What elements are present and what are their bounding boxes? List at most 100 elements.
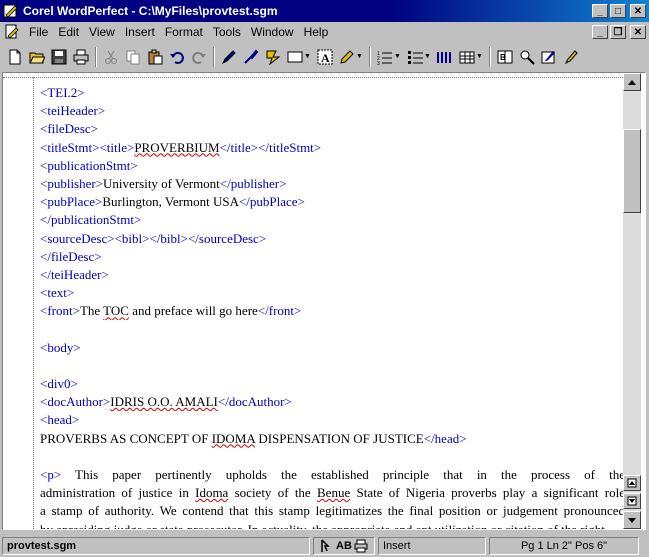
spellcheck-icon[interactable]: B	[494, 46, 516, 68]
document-line[interactable]: <publisher>University of Vermont</publis…	[40, 175, 623, 193]
document-line[interactable]: <TEI.2>	[40, 84, 623, 102]
paste-icon[interactable]	[144, 46, 166, 68]
printer-status-icon	[354, 539, 368, 552]
document-text-run: a stamp of authority. We contend that th…	[40, 503, 623, 519]
abbrev-indicator: AB	[336, 539, 352, 552]
save-icon[interactable]	[48, 46, 70, 68]
highlight-pen-icon[interactable]	[218, 46, 240, 68]
up-arrow-icon	[628, 79, 636, 85]
markup-tag: </title></titleStmt>	[219, 139, 322, 155]
minimize-button[interactable]: _	[592, 4, 608, 18]
menu-edit[interactable]: Edit	[53, 25, 84, 39]
menu-window[interactable]: Window	[246, 25, 299, 39]
maximize-button[interactable]: □	[610, 4, 626, 18]
document-line[interactable]: <publicationStmt>	[40, 157, 623, 175]
document-line[interactable]	[40, 320, 623, 338]
document-text-run: PROVERBS AS CONCEPT OF	[40, 430, 212, 446]
scroll-up-button[interactable]	[623, 73, 641, 91]
doc-close-button[interactable]: ✕	[630, 25, 646, 39]
menu-tools[interactable]: Tools	[208, 25, 246, 39]
document-text[interactable]: <TEI.2> <teiHeader> <fileDesc> <titleStmt><…	[40, 84, 623, 529]
previous-page-button[interactable]	[623, 475, 641, 491]
quickformat-icon[interactable]	[240, 46, 262, 68]
zoom-icon[interactable]	[516, 46, 538, 68]
status-indicators[interactable]: AB	[313, 536, 375, 555]
menu-format[interactable]: Format	[160, 25, 208, 39]
cut-icon[interactable]	[100, 46, 122, 68]
menu-file[interactable]: File	[24, 25, 53, 39]
border-box-icon[interactable]: ▼	[284, 46, 314, 68]
document-line[interactable]: <fileDesc>	[40, 120, 623, 138]
document-line[interactable]: <body>	[40, 339, 623, 357]
document-line[interactable]: PROVERBS AS CONCEPT OF IDOMA DISPENSATIO…	[40, 430, 623, 448]
redo-icon[interactable]	[188, 46, 210, 68]
close-button[interactable]: ✕	[630, 4, 646, 18]
document-line[interactable]: administration of justice in Idoma socie…	[40, 484, 623, 502]
scroll-down-button[interactable]	[623, 511, 641, 529]
menu-insert[interactable]: Insert	[120, 25, 160, 39]
document-line[interactable]: <head>	[40, 411, 623, 429]
menu-bar: File Edit View Insert Format Tools Windo…	[0, 22, 649, 42]
document-line[interactable]: <teiHeader>	[40, 102, 623, 120]
markup-tag: </publicationStmt>	[40, 212, 142, 228]
document-line[interactable]: <pubPlace>Burlington, Vermont USA</pubPl…	[40, 193, 623, 211]
marker-icon[interactable]	[560, 46, 582, 68]
document-line[interactable]: </teiHeader>	[40, 266, 623, 284]
cursor-select-icon	[321, 538, 330, 552]
document-line[interactable]: by apresiding judge or state prosecutor.…	[40, 521, 623, 530]
markup-tag: </docAuthor>	[217, 394, 292, 410]
status-filename: provtest.sgm	[2, 536, 310, 555]
document-line[interactable]	[40, 448, 623, 466]
document-line[interactable]: a stamp of authority. We contend that th…	[40, 502, 623, 520]
document-text-run: PROVERBIUM	[134, 139, 220, 155]
title-bar[interactable]: Corel WordPerfect - C:\MyFiles\provtest.…	[0, 0, 649, 22]
document-line[interactable]: </fileDesc>	[40, 248, 623, 266]
text-box-icon[interactable]: A	[314, 46, 336, 68]
document-text-run: administration of justice in	[40, 485, 196, 501]
status-insert-mode[interactable]: Insert	[378, 536, 486, 555]
print-icon[interactable]	[70, 46, 92, 68]
toolbar-separator	[213, 46, 215, 67]
document-line[interactable]: <div0>	[40, 375, 623, 393]
columns-icon[interactable]	[434, 46, 456, 68]
maximize-icon: □	[614, 5, 622, 17]
document-text-run: The	[79, 303, 104, 319]
document-line[interactable]: <text>	[40, 284, 623, 302]
numbered-list-icon[interactable]: 1 2 3 ▼	[374, 46, 404, 68]
shapes-icon[interactable]	[262, 46, 284, 68]
undo-icon[interactable]	[166, 46, 188, 68]
document-editor[interactable]: <TEI.2> <teiHeader> <fileDesc> <titleStmt><…	[3, 73, 623, 529]
pencil-icon[interactable]: ▼	[336, 46, 366, 68]
next-page-button[interactable]	[623, 493, 641, 509]
document-text-run: University of Vermont	[103, 175, 220, 191]
vertical-scrollbar[interactable]	[623, 73, 641, 529]
document-line[interactable]: <titleStmt><title>PROVERBIUM</title></ti…	[40, 139, 623, 157]
table-icon[interactable]: ▼	[456, 46, 486, 68]
open-folder-icon[interactable]	[26, 46, 48, 68]
page-margin-guide-top	[3, 77, 623, 78]
document-line[interactable]: <docAuthor>IDRIS O.O. AMALI</docAuthor>	[40, 393, 623, 411]
new-document-icon[interactable]	[4, 46, 26, 68]
document-line[interactable]: <sourceDesc><bibl></bibl></sourceDesc>	[40, 230, 623, 248]
markup-tag: <body>	[40, 339, 81, 355]
menu-view[interactable]: View	[84, 25, 120, 39]
document-line[interactable]	[40, 357, 623, 375]
doc-restore-button[interactable]: ❐	[610, 25, 626, 39]
bulleted-list-icon[interactable]: ▼	[404, 46, 434, 68]
document-line[interactable]: <p> This paper pertinently upholds the e…	[40, 466, 623, 484]
markup-tag: <text>	[40, 285, 75, 301]
document-line[interactable]: <front>The TOC and preface will go here<…	[40, 302, 623, 320]
copy-icon[interactable]	[122, 46, 144, 68]
doc-minimize-button[interactable]: _	[592, 25, 608, 39]
toolbar-separator	[489, 46, 491, 67]
document-text-run: judge or state prosecutor. In actuality,…	[110, 521, 605, 530]
scrollbar-thumb[interactable]	[623, 129, 641, 213]
document-line[interactable]: </publicationStmt>	[40, 211, 623, 229]
close-icon: ✕	[633, 5, 643, 17]
document-text-run: society of the	[228, 485, 317, 501]
menu-help[interactable]: Help	[299, 25, 334, 39]
drawing-icon[interactable]	[538, 46, 560, 68]
toolbar: ▼ A ▼ 1 2 3 ▼ ▼ ▼ B	[0, 43, 649, 70]
markup-tag: <sourceDesc><bibl></bibl></sourceDesc>	[40, 230, 267, 246]
document-icon[interactable]	[4, 24, 20, 40]
